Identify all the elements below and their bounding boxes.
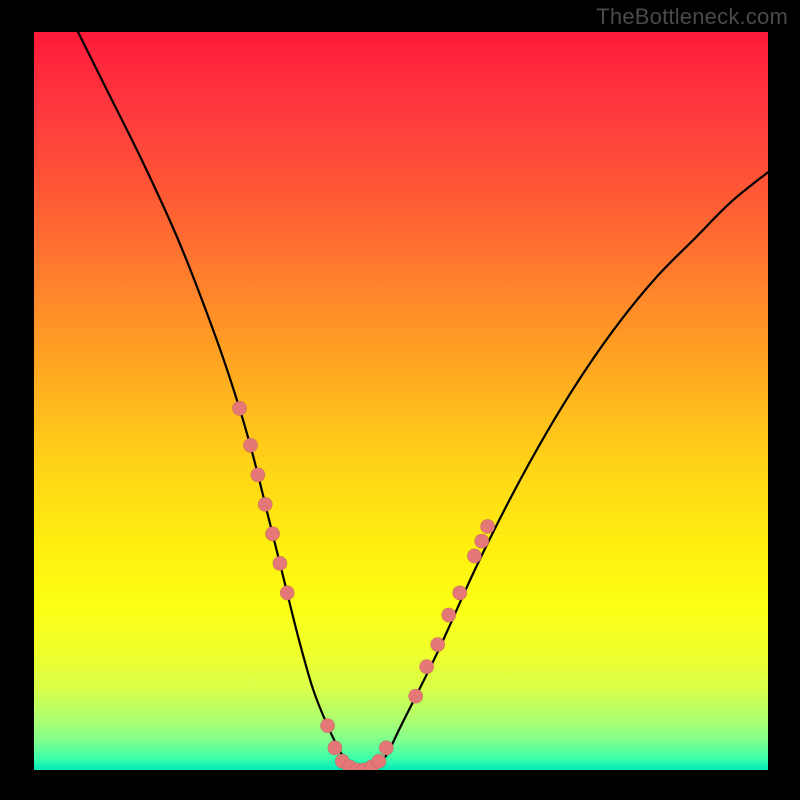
data-dot: [453, 586, 467, 600]
data-dot: [408, 689, 422, 703]
data-dot: [467, 549, 481, 563]
data-dot: [442, 608, 456, 622]
data-dot: [328, 741, 342, 755]
curve-svg: [34, 32, 768, 770]
bottleneck-curve: [78, 32, 768, 770]
watermark-text: TheBottleneck.com: [596, 4, 788, 30]
data-dot: [280, 586, 294, 600]
data-dot: [320, 719, 334, 733]
chart-container: TheBottleneck.com: [0, 0, 800, 800]
data-dot: [265, 527, 279, 541]
data-dot: [232, 401, 246, 415]
data-dot: [372, 754, 386, 768]
data-dot: [480, 519, 494, 533]
data-dot: [379, 741, 393, 755]
data-dot: [251, 468, 265, 482]
data-dot: [258, 497, 272, 511]
data-dot: [243, 438, 257, 452]
data-dots: [232, 401, 494, 770]
data-dot: [419, 659, 433, 673]
data-dot: [475, 534, 489, 548]
data-dot: [273, 556, 287, 570]
data-dot: [431, 637, 445, 651]
plot-area: [34, 32, 768, 770]
